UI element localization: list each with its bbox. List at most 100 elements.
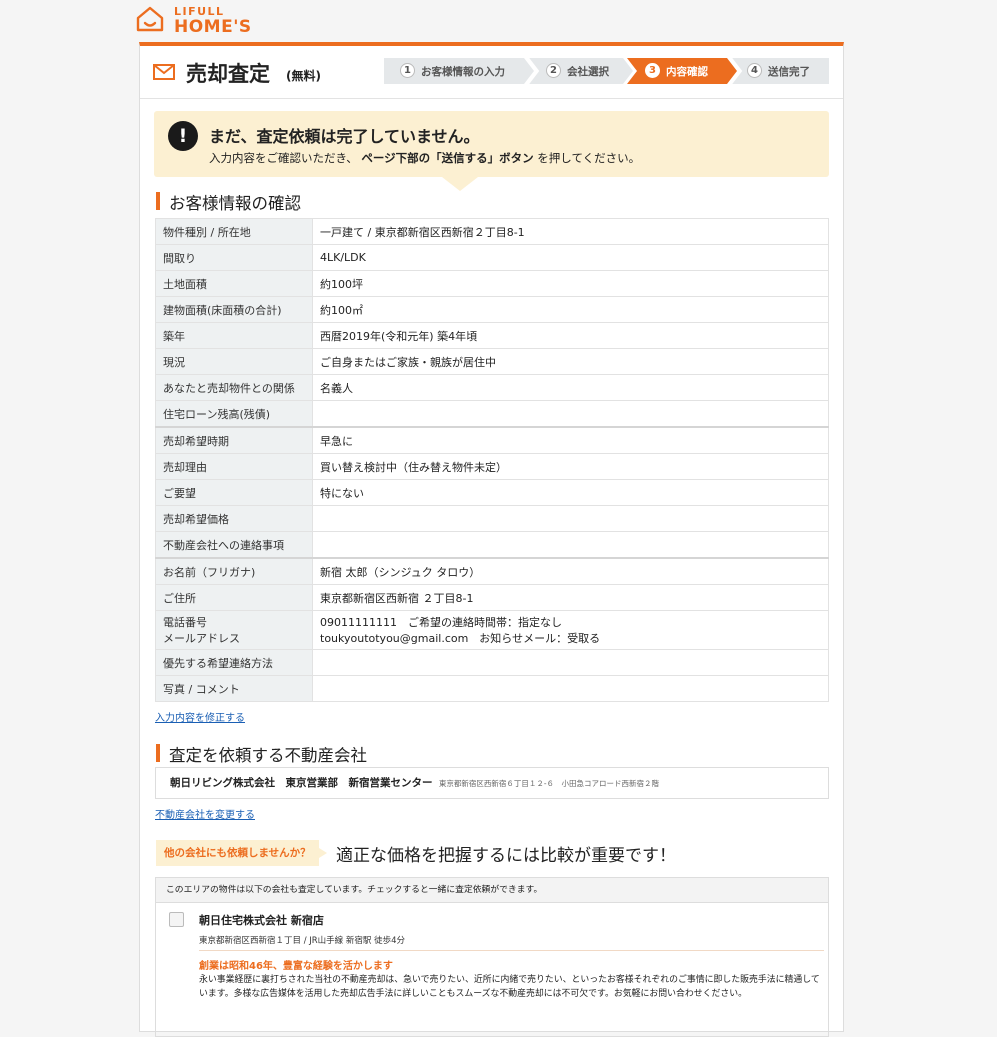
info-value-text: 西暦2019年(令和元年) 築4年頃: [320, 329, 478, 343]
divider: [199, 950, 824, 951]
info-value-text: 早急に: [320, 434, 353, 448]
info-value: [312, 505, 829, 532]
step-2-number: 2: [546, 63, 561, 78]
step-1-label: お客様情報の入力: [421, 66, 505, 78]
list-header: このエリアの物件は以下の会社も査定しています。チェックすると一緒に査定依頼ができ…: [156, 878, 828, 903]
info-label: 売却理由: [155, 453, 313, 480]
info-label: 不動産会社への連絡事項: [155, 531, 313, 559]
page-title-sub: (無料): [286, 69, 321, 83]
company-checkbox[interactable]: [169, 912, 184, 927]
info-value: [312, 400, 829, 428]
house-logo-icon: [136, 6, 164, 32]
info-value-text: 約100坪: [320, 277, 363, 291]
info-label-text: 写真 / コメント: [163, 682, 240, 696]
step-2-label: 会社選択: [567, 66, 609, 78]
info-label-text: 土地面積: [163, 277, 207, 291]
info-label: 売却希望時期: [155, 426, 313, 454]
info-label: 住宅ローン残高(残債): [155, 400, 313, 428]
info-row: 写真 / コメント: [155, 675, 829, 702]
list-company-name: 朝日住宅株式会社 新宿店: [199, 914, 324, 927]
info-value: 名義人: [312, 374, 829, 401]
incomplete-alert: ! まだ、査定依頼は完了していません。 入力内容をご確認いただき、 ページ下部の…: [154, 111, 829, 191]
step-1-number: 1: [400, 63, 415, 78]
info-label-text: 売却希望価格: [163, 512, 229, 526]
info-value: 約100㎡: [312, 296, 829, 323]
info-value-text: 東京都新宿区西新宿 ２丁目8-1: [320, 591, 474, 605]
info-label: ご要望: [155, 479, 313, 506]
info-row: 土地面積 約100坪: [155, 270, 829, 297]
info-value-text: 名義人: [320, 381, 353, 395]
info-label: 売却希望価格: [155, 505, 313, 532]
info-value: 09011111111 ご希望の連絡時間帯：指定なし toukyoutotyou@…: [312, 610, 829, 650]
step-2: 2 会社選択: [528, 58, 633, 84]
exclamation-icon: !: [168, 121, 198, 151]
info-label: 築年: [155, 322, 313, 349]
other-companies-list: このエリアの物件は以下の会社も査定しています。チェックすると一緒に査定依頼ができ…: [155, 877, 829, 1037]
step-4-label: 送信完了: [768, 66, 810, 78]
info-label: お名前（フリガナ): [155, 557, 313, 585]
info-label-text: 間取り: [163, 251, 196, 265]
info-value-text: 09011111111 ご希望の連絡時間帯：指定なし: [320, 616, 562, 629]
info-label: 優先する希望連絡方法: [155, 649, 313, 676]
info-row: 電話番号メールアドレス 09011111111 ご希望の連絡時間帯：指定なし tou…: [155, 610, 829, 650]
alert-pointer: [442, 177, 478, 191]
info-value-text: 一戸建て / 東京都新宿区西新宿２丁目8-1: [320, 225, 525, 239]
info-value-text: toukyoutotyou@gmail.com お知らせメール：受取る: [320, 632, 601, 645]
info-label-text: ご住所: [163, 591, 196, 605]
info-row: ご住所 東京都新宿区西新宿 ２丁目8-1: [155, 584, 829, 611]
page-title: 売却査定: [186, 62, 270, 86]
info-label: ご住所: [155, 584, 313, 611]
info-value: 一戸建て / 東京都新宿区西新宿２丁目8-1: [312, 218, 829, 245]
info-value: 西暦2019年(令和元年) 築4年頃: [312, 322, 829, 349]
info-value: 特にない: [312, 479, 829, 506]
info-row: 売却希望時期 早急に: [155, 426, 829, 454]
info-label: 土地面積: [155, 270, 313, 297]
info-label-text: 不動産会社への連絡事項: [163, 538, 284, 552]
info-value: ご自身またはご家族・親族が居住中: [312, 348, 829, 375]
step-3-label: 内容確認: [666, 66, 708, 78]
info-row: 売却理由 買い替え検討中（住み替え物件未定）: [155, 453, 829, 480]
other-companies-badge: 他の会社にも依頼しませんか？: [156, 840, 327, 866]
customer-info-table: 物件種別 / 所在地 一戸建て / 東京都新宿区西新宿２丁目8-1 間取り 4LK/L…: [155, 218, 829, 702]
info-value: [312, 675, 829, 702]
info-row: 間取り 4LK/LDK: [155, 244, 829, 271]
info-label-text: 優先する希望連絡方法: [163, 656, 273, 670]
info-value: 早急に: [312, 426, 829, 454]
step-4-number: 4: [747, 63, 762, 78]
info-label: 間取り: [155, 244, 313, 271]
info-value-text: 特にない: [320, 486, 364, 500]
info-row: 物件種別 / 所在地 一戸建て / 東京都新宿区西新宿２丁目8-1: [155, 218, 829, 245]
info-label-text: 売却希望時期: [163, 434, 229, 448]
edit-input-link[interactable]: 入力内容を修正する: [155, 709, 245, 724]
info-label-text: 電話番号: [163, 616, 207, 629]
info-row: お名前（フリガナ) 新宿 太郎（シンジュク タロウ）: [155, 557, 829, 585]
info-label: 写真 / コメント: [155, 675, 313, 702]
change-company-link[interactable]: 不動産会社を変更する: [155, 806, 255, 821]
info-row: ご要望 特にない: [155, 479, 829, 506]
sell-assessment-panel: 売却査定 (無料) 1 お客様情報の入力 2 会社選択 3 内容確認 4 送信完…: [139, 42, 844, 1037]
info-value-text: ご自身またはご家族・親族が居住中: [320, 355, 496, 369]
info-label: 現況: [155, 348, 313, 375]
list-company-tagline: 創業は昭和46年、豊富な経験を活かします: [199, 961, 393, 972]
step-4: 4 送信完了: [731, 58, 829, 84]
info-value: 東京都新宿区西新宿 ２丁目8-1: [312, 584, 829, 611]
info-label: 建物面積(床面積の合計): [155, 296, 313, 323]
step-3-number: 3: [645, 63, 660, 78]
homes-logo[interactable]: LIFULL HOME'S: [136, 4, 276, 37]
info-label: 物件種別 / 所在地: [155, 218, 313, 245]
info-label-text: メールアドレス: [163, 632, 240, 645]
info-label-text: 築年: [163, 329, 185, 343]
info-value: 新宿 太郎（シンジュク タロウ）: [312, 557, 829, 585]
info-label-text: 現況: [163, 355, 185, 369]
info-value: 4LK/LDK: [312, 244, 829, 271]
info-row: 売却希望価格: [155, 505, 829, 532]
info-value-text: 買い替え検討中（住み替え物件未定）: [320, 460, 507, 474]
info-label-text: ご要望: [163, 486, 196, 500]
info-row: 優先する希望連絡方法: [155, 649, 829, 676]
step-1: 1 お客様情報の入力: [384, 58, 534, 84]
list-company-address: 東京都新宿区西新宿１丁目 / JR山手線 新宿駅 徒歩4分: [199, 936, 405, 946]
info-label-text: 建物面積(床面積の合計): [163, 303, 282, 317]
alert-heading: まだ、査定依頼は完了していません。: [209, 127, 480, 146]
list-company-description: 永い事業経歴に裏打ちされた当社の不動産売却は、急いで売りたい、近所に内緒で売りた…: [199, 975, 820, 999]
info-value: 買い替え検討中（住み替え物件未定）: [312, 453, 829, 480]
